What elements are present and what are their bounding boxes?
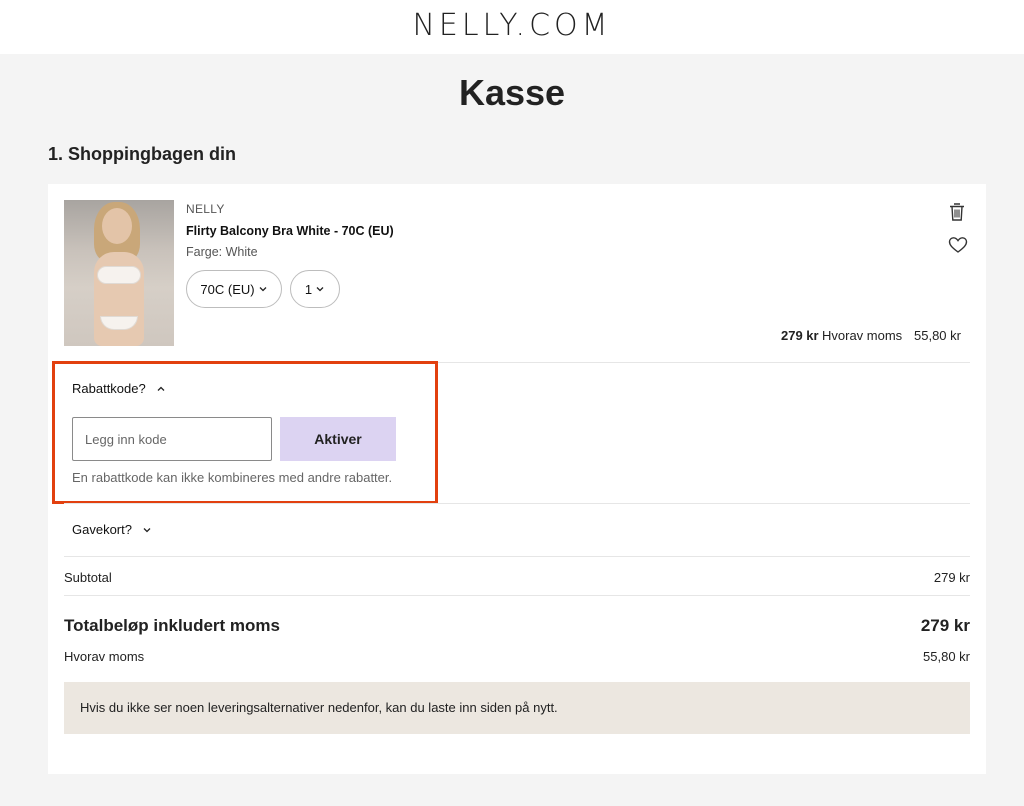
total-vat-value: 55,80 kr [923,649,970,664]
size-select[interactable]: 70C (EU) [186,270,282,308]
top-bar: NELLY.COM [0,0,1024,54]
chevron-down-icon [259,287,267,292]
divider [64,556,970,557]
delivery-notice: Hvis du ikke ser noen leveringsalternati… [64,682,970,734]
product-image[interactable] [64,200,174,346]
total-label: Totalbeløp inkludert moms [64,616,280,635]
product-brand: NELLY [186,202,225,216]
total-value: 279 kr [920,616,970,635]
page-title: Kasse [458,72,566,113]
chevron-down-icon [316,287,324,292]
size-select-value: 70C (EU) [200,281,255,297]
chevron-down-icon [143,527,151,532]
giftcard-label: Gavekort? [72,522,132,537]
product-price: 279 kr [781,328,819,343]
total-vat-label: Hvorav moms [64,649,145,664]
heart-icon[interactable] [948,236,968,254]
section-title: 1. Shoppingbagen din [48,144,236,164]
giftcard-toggle[interactable]: Gavekort? [72,522,152,537]
product-vat-value: 55,80 kr [914,328,961,343]
product-name[interactable]: Flirty Balcony Bra White - 70C (EU) [186,224,394,238]
shopping-bag-card: NELLY Flirty Balcony Bra White - 70C (EU… [48,184,986,774]
quantity-select[interactable]: 1 [290,270,340,308]
quantity-select-value: 1 [304,281,313,297]
subtotal-label: Subtotal [64,570,112,585]
site-logo[interactable]: NELLY.COM [0,8,1024,43]
product-color: Farge: White [186,245,258,259]
divider [64,595,970,596]
trash-icon[interactable] [948,202,966,222]
divider [64,503,970,504]
subtotal-value: 279 kr [933,570,970,585]
product-vat-label: Hvorav moms [822,328,903,343]
highlight-box [52,361,438,504]
